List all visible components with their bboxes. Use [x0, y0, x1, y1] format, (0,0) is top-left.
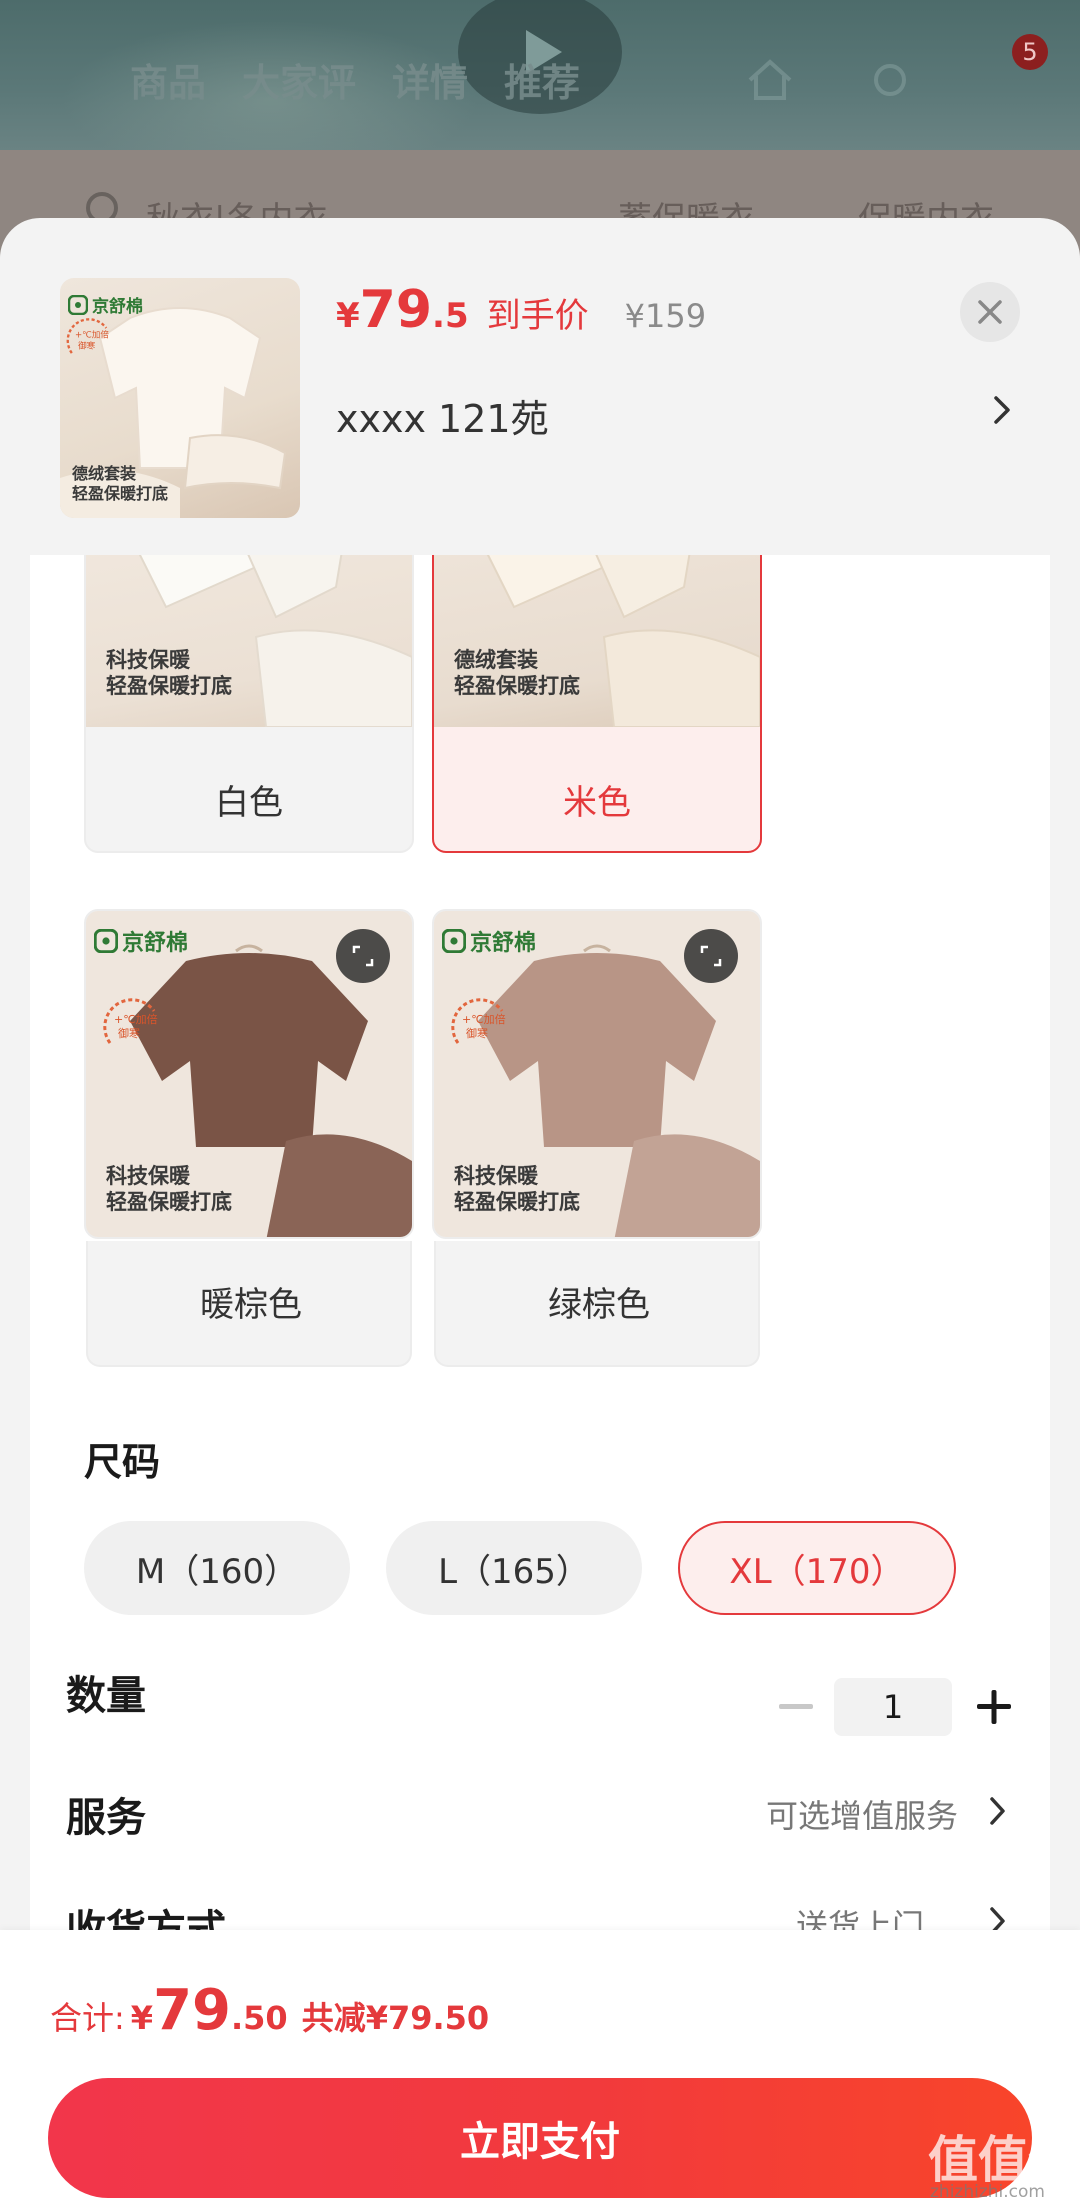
- beige-set-image: [486, 555, 760, 728]
- pay-now-button[interactable]: 立即支付: [48, 2078, 1032, 2198]
- brand-name: 京舒棉: [470, 931, 537, 956]
- options-panel: 科技保暖 轻盈保暖打底 白色 德绒套装 轻盈保暖打底 米色 京舒棉 +℃加倍 御…: [30, 555, 1050, 1931]
- decrease-quantity-button[interactable]: [776, 1687, 816, 1727]
- page-tabs: 商品 大家评 详情 推荐: [130, 52, 580, 107]
- color-label: 绿棕色: [548, 1285, 650, 1325]
- tab-recommend[interactable]: 推荐: [504, 52, 580, 107]
- svg-text:+℃加倍: +℃加倍: [114, 1012, 158, 1026]
- product-summary: 京舒棉 +℃加倍 御寒 德绒套装 轻盈保暖打底 ¥ 79 .5 到手价 ¥159: [0, 218, 1080, 555]
- delivery-value[interactable]: 送货上门: [796, 1901, 924, 1931]
- selected-address[interactable]: xxxx 121苑: [336, 388, 549, 443]
- tab-reviews[interactable]: 大家评: [242, 52, 356, 107]
- color-caption: 科技保暖 轻盈保暖打底: [106, 1164, 232, 1214]
- size-option-xl[interactable]: XL（170）: [678, 1521, 956, 1615]
- product-thumbnail[interactable]: 京舒棉 +℃加倍 御寒 德绒套装 轻盈保暖打底: [60, 278, 300, 518]
- svg-text:+℃加倍: +℃加倍: [75, 328, 109, 340]
- original-price: ¥159: [624, 297, 707, 335]
- total-decimal: .50: [231, 1999, 288, 2037]
- warmth-badge-icon: +℃加倍 御寒: [451, 998, 506, 1044]
- chevron-right-icon[interactable]: [988, 390, 1018, 430]
- color-label-area[interactable]: 绿棕色: [434, 1241, 760, 1367]
- brand-logo: 京舒棉: [94, 925, 188, 957]
- minus-icon: [779, 1704, 813, 1709]
- tab-details[interactable]: 详情: [392, 52, 468, 107]
- brand-icon: [68, 294, 88, 315]
- total-currency: ¥: [130, 1999, 154, 2037]
- expand-icon: [352, 945, 374, 967]
- final-price-label: 到手价: [486, 296, 589, 336]
- total-label: 合计:: [50, 1999, 125, 2037]
- chevron-right-icon[interactable]: [986, 1903, 1010, 1931]
- brand-icon: [94, 929, 118, 953]
- service-label: 服务: [66, 1795, 146, 1841]
- color-option-warm-brown[interactable]: 京舒棉 +℃加倍 御寒 科技保暖 轻盈保暖打底: [84, 909, 414, 1239]
- quantity-label: 数量: [66, 1673, 146, 1719]
- total-integer: 79: [153, 1978, 231, 2043]
- total-discount: 共减¥79.50: [301, 1999, 490, 2037]
- svg-text:御寒: 御寒: [118, 1026, 140, 1040]
- color-label: 米色: [563, 783, 631, 823]
- service-value[interactable]: 可选增值服务: [766, 1791, 958, 1837]
- warmth-badge-icon: +℃加倍 御寒: [66, 318, 109, 354]
- expand-image-button[interactable]: [684, 929, 738, 983]
- expand-icon: [700, 945, 722, 967]
- share-icon[interactable]: [862, 52, 918, 108]
- increase-quantity-button[interactable]: [974, 1687, 1014, 1727]
- home-icon[interactable]: [742, 52, 798, 108]
- brand-icon: [442, 929, 466, 953]
- close-icon: [978, 300, 1002, 324]
- tab-product[interactable]: 商品: [130, 52, 206, 107]
- watermark-url: zhizhizhi.com: [930, 2182, 1045, 2202]
- color-caption: 科技保暖 轻盈保暖打底: [454, 1164, 580, 1214]
- white-set-image: [138, 555, 412, 728]
- warmth-badge-icon: +℃加倍 御寒: [103, 998, 158, 1044]
- color-image: 科技保暖 轻盈保暖打底: [86, 555, 412, 728]
- svg-text:御寒: 御寒: [78, 339, 96, 351]
- quantity-stepper[interactable]: 1: [834, 1678, 952, 1736]
- color-option-white[interactable]: 科技保暖 轻盈保暖打底 白色: [84, 555, 414, 853]
- delivery-label: 收货方式: [66, 1907, 226, 1931]
- color-label-area[interactable]: 暖棕色: [86, 1241, 412, 1367]
- chevron-right-icon[interactable]: [986, 1793, 1010, 1829]
- sku-selection-sheet: 京舒棉 +℃加倍 御寒 德绒套装 轻盈保暖打底 ¥ 79 .5 到手价 ¥159: [0, 218, 1080, 2207]
- thumb-caption: 德绒套装 轻盈保暖打底: [72, 464, 169, 503]
- color-label: 暖棕色: [200, 1285, 302, 1325]
- color-caption: 科技保暖 轻盈保暖打底: [106, 648, 232, 698]
- price-integer: 79: [359, 280, 433, 340]
- plus-icon: [977, 1690, 1011, 1724]
- color-option-beige[interactable]: 德绒套装 轻盈保暖打底 米色: [432, 555, 762, 853]
- brand-name: 京舒棉: [122, 931, 189, 956]
- size-option-l[interactable]: L（165）: [386, 1521, 642, 1615]
- color-image: 德绒套装 轻盈保暖打底: [434, 555, 760, 728]
- expand-image-button[interactable]: [336, 929, 390, 983]
- price-decimal: .5: [432, 296, 469, 336]
- total-row: 合计: ¥ 79 .50 共减¥79.50: [50, 1978, 489, 2043]
- svg-text:+℃加倍: +℃加倍: [462, 1012, 506, 1026]
- price-currency: ¥: [336, 296, 360, 336]
- color-caption: 德绒套装 轻盈保暖打底: [454, 648, 580, 698]
- color-label: 白色: [215, 783, 283, 823]
- close-button[interactable]: [960, 282, 1020, 342]
- checkout-bar: 合计: ¥ 79 .50 共减¥79.50 立即支付: [0, 1930, 1080, 2207]
- cart-count-badge: 5: [1012, 34, 1048, 70]
- size-title: 尺码: [84, 1440, 161, 1484]
- price-row: ¥ 79 .5 到手价 ¥159: [336, 280, 706, 340]
- brand-logo: 京舒棉: [442, 925, 536, 957]
- size-option-m[interactable]: M（160）: [84, 1521, 350, 1615]
- svg-text:御寒: 御寒: [466, 1026, 488, 1040]
- color-option-green-brown[interactable]: 京舒棉 +℃加倍 御寒 科技保暖 轻盈保暖打底: [432, 909, 762, 1239]
